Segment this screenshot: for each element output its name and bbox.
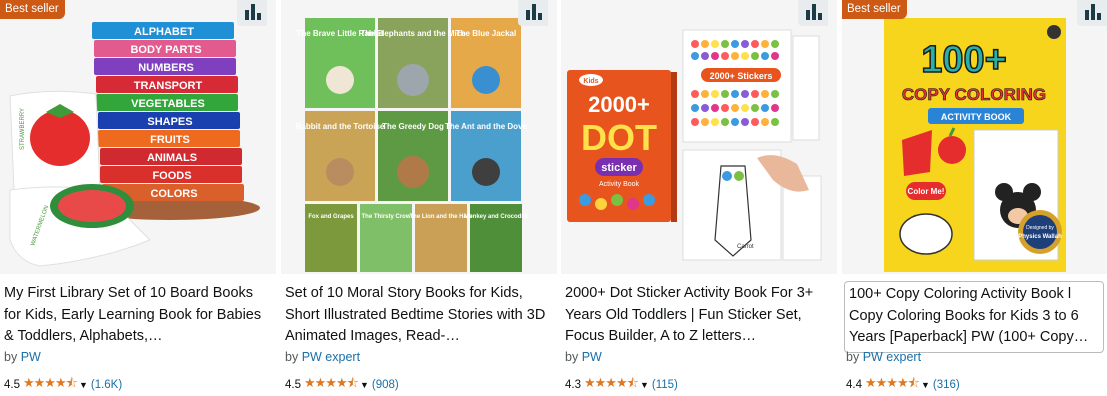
product-card[interactable]: ALPHABET BODY PARTS NUMBERS TRANSPORT VE… bbox=[0, 0, 276, 396]
product-card[interactable]: Kids 2000+ DOT sticker Activity Book 200… bbox=[561, 0, 837, 396]
cover-word: DOT bbox=[581, 117, 657, 158]
review-count-link[interactable]: (1.6K) bbox=[91, 379, 122, 391]
byline: by PW expert bbox=[285, 350, 360, 364]
author-link[interactable]: PW expert bbox=[863, 350, 921, 364]
product-grid: ALPHABET BODY PARTS NUMBERS TRANSPORT VE… bbox=[0, 0, 1107, 396]
author-link[interactable]: PW bbox=[21, 350, 41, 364]
page-caption: Carrot bbox=[737, 244, 754, 250]
product-image[interactable]: 100+ COPY COLORING ACTIVITY BOOK Color M… bbox=[842, 0, 1107, 274]
seal-text: Designed by bbox=[1026, 225, 1054, 231]
rating-row: 4.4 ★★★★⯪ ▼ (316) bbox=[846, 374, 960, 396]
byline: by PW bbox=[4, 350, 41, 364]
rating-value: 4.3 bbox=[565, 379, 581, 391]
bar-chart-icon[interactable] bbox=[237, 0, 267, 26]
chevron-down-icon[interactable]: ▼ bbox=[640, 380, 649, 390]
spine-label: TRANSPORT bbox=[134, 80, 203, 92]
spine-label: BODY PARTS bbox=[130, 44, 201, 56]
bar-chart-icon[interactable] bbox=[1077, 0, 1107, 26]
review-count-link[interactable]: (908) bbox=[372, 379, 399, 391]
cover-line: ACTIVITY BOOK bbox=[941, 112, 1012, 122]
product-image[interactable]: Kids 2000+ DOT sticker Activity Book 200… bbox=[561, 0, 837, 274]
board-books-illustration: ALPHABET BODY PARTS NUMBERS TRANSPORT VE… bbox=[0, 0, 276, 274]
by-prefix: by bbox=[4, 350, 18, 364]
best-seller-badge: Best seller bbox=[0, 0, 65, 19]
cover-headline: 100+ bbox=[921, 39, 1007, 81]
review-count-link[interactable]: (115) bbox=[652, 379, 678, 391]
byline: by PW bbox=[565, 350, 602, 364]
chevron-down-icon[interactable]: ▼ bbox=[360, 380, 369, 390]
by-prefix: by bbox=[285, 350, 299, 364]
book-title: The Elephants and the Mice bbox=[360, 29, 466, 38]
book-title: Rabbit and the Tortoise bbox=[296, 122, 385, 131]
spine-label: COLORS bbox=[150, 188, 197, 200]
chevron-down-icon[interactable]: ▼ bbox=[79, 380, 88, 390]
star-rating-icon[interactable]: ★★★★⯪ bbox=[23, 374, 78, 396]
bar-chart-icon[interactable] bbox=[798, 0, 828, 26]
product-card[interactable]: 100+ COPY COLORING ACTIVITY BOOK Color M… bbox=[842, 0, 1107, 396]
book-title: The Ant and the Dove bbox=[445, 122, 527, 131]
product-title-link[interactable]: My First Library Set of 10 Board Books f… bbox=[4, 283, 270, 348]
book-title: The Thirsty Crow bbox=[361, 214, 410, 220]
spine-label: ANIMALS bbox=[147, 152, 197, 164]
spine-label: VEGETABLES bbox=[131, 98, 205, 110]
cover-line: COPY COLORING bbox=[902, 85, 1046, 104]
star-rating-icon[interactable]: ★★★★⯪ bbox=[304, 374, 359, 396]
rating-row: 4.3 ★★★★⯪ ▼ (115) bbox=[565, 374, 678, 396]
author-link[interactable]: PW expert bbox=[302, 350, 360, 364]
by-prefix: by bbox=[565, 350, 579, 364]
cover-number: 2000+ bbox=[588, 92, 650, 117]
spine-label: SHAPES bbox=[147, 116, 192, 128]
product-image[interactable]: The Brave Little Rabbit The Elephants an… bbox=[281, 0, 557, 274]
spine-label: FOODS bbox=[152, 170, 191, 182]
brand-label: Kids bbox=[583, 78, 598, 85]
spine-label: FRUITS bbox=[150, 134, 190, 146]
star-rating-icon[interactable]: ★★★★⯪ bbox=[865, 374, 920, 396]
spine-label: NUMBERS bbox=[138, 62, 194, 74]
author-link[interactable]: PW bbox=[582, 350, 602, 364]
rating-row: 4.5 ★★★★⯪ ▼ (908) bbox=[285, 374, 399, 396]
card-label: STRAWBERRY bbox=[20, 108, 26, 150]
book-title: The Blue Jackal bbox=[456, 29, 516, 38]
rating-value: 4.5 bbox=[4, 379, 20, 391]
rating-value: 4.5 bbox=[285, 379, 301, 391]
product-title-link[interactable]: Set of 10 Moral Story Books for Kids, Sh… bbox=[285, 283, 551, 348]
cover-word: Activity Book bbox=[599, 181, 640, 188]
cover-word: sticker bbox=[601, 162, 637, 174]
by-prefix: by bbox=[846, 350, 860, 364]
copy-coloring-illustration: 100+ COPY COLORING ACTIVITY BOOK Color M… bbox=[842, 0, 1107, 274]
product-image[interactable]: ALPHABET BODY PARTS NUMBERS TRANSPORT VE… bbox=[0, 0, 276, 274]
product-title-link[interactable]: 2000+ Dot Sticker Activity Book For 3+ Y… bbox=[565, 283, 831, 348]
sheet-label: 2000+ Stickers bbox=[710, 71, 773, 81]
chevron-down-icon[interactable]: ▼ bbox=[921, 380, 930, 390]
product-title-link[interactable]: 100+ Copy Coloring Activity Book l Copy … bbox=[844, 281, 1104, 353]
seal-text: Physics Wallah bbox=[1018, 234, 1062, 240]
bar-chart-icon[interactable] bbox=[518, 0, 548, 26]
rating-value: 4.4 bbox=[846, 379, 862, 391]
star-rating-icon[interactable]: ★★★★⯪ bbox=[584, 374, 639, 396]
book-title: Monkey and Crocodile bbox=[464, 214, 529, 220]
book-title: The Greedy Dog bbox=[382, 122, 444, 131]
rating-row: 4.5 ★★★★⯪ ▼ (1.6K) bbox=[4, 374, 122, 396]
product-card[interactable]: The Brave Little Rabbit The Elephants an… bbox=[281, 0, 557, 396]
book-title: Fox and Grapes bbox=[308, 214, 354, 220]
best-seller-badge: Best seller bbox=[842, 0, 907, 19]
story-books-illustration: The Brave Little Rabbit The Elephants an… bbox=[281, 0, 557, 274]
review-count-link[interactable]: (316) bbox=[933, 379, 960, 391]
spine-label: ALPHABET bbox=[134, 26, 194, 38]
speech-bubble: Color Me! bbox=[908, 187, 945, 196]
byline: by PW expert bbox=[846, 350, 921, 364]
dot-sticker-illustration: Kids 2000+ DOT sticker Activity Book 200… bbox=[561, 0, 837, 274]
